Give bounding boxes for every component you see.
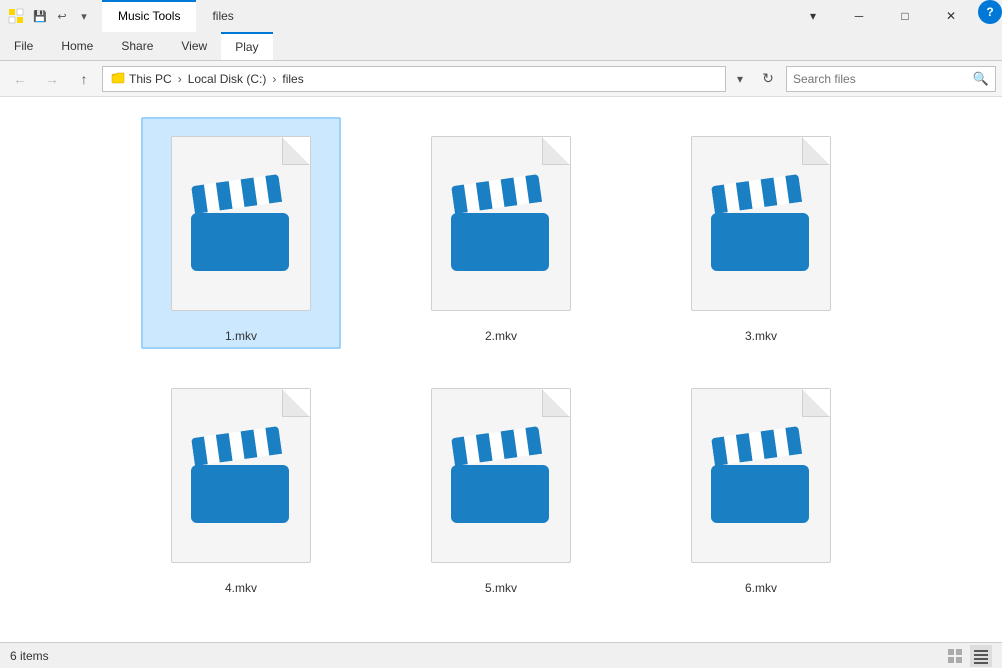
back-button[interactable]: ← <box>6 66 34 92</box>
search-box[interactable]: 🔍 <box>786 66 996 92</box>
forward-button[interactable]: → <box>38 66 66 92</box>
doc-shape <box>691 388 831 563</box>
window-controls: ▾ ─ □ ✕ ? <box>790 0 1002 32</box>
item-count: 6 items <box>10 649 49 663</box>
ribbon: File Home Share View Play <box>0 32 1002 61</box>
file-icon-wrapper <box>161 375 321 575</box>
ribbon-tab-view[interactable]: View <box>167 32 221 60</box>
file-icon-wrapper <box>161 123 321 323</box>
doc-fold <box>282 137 310 165</box>
minimize-button[interactable]: ─ <box>836 0 882 32</box>
view-controls <box>944 645 992 667</box>
doc-fold <box>542 137 570 165</box>
quick-access-toolbar: 💾 ↩ ▾ <box>30 6 94 26</box>
breadcrumb-files[interactable]: files <box>282 72 303 86</box>
doc-fold <box>542 389 570 417</box>
title-bar: 💾 ↩ ▾ Music Tools files ▾ ─ □ ✕ ? <box>0 0 1002 32</box>
file-label: 2.mkv <box>485 329 517 343</box>
up-button[interactable]: ↑ <box>70 66 98 92</box>
qs-dropdown-btn[interactable]: ▾ <box>74 6 94 26</box>
main-content: 1.mkv <box>0 97 1002 642</box>
doc-shape <box>171 136 311 311</box>
mkv-icon <box>451 438 551 523</box>
undo-qs-btn[interactable]: ↩ <box>52 6 72 26</box>
mkv-icon <box>191 438 291 523</box>
file-item[interactable]: 2.mkv <box>401 117 601 349</box>
file-label: 1.mkv <box>225 329 257 343</box>
doc-shape <box>171 388 311 563</box>
help-button[interactable]: ? <box>978 0 1002 24</box>
file-item[interactable]: 6.mkv <box>661 369 861 601</box>
title-bar-left: 💾 ↩ ▾ <box>0 0 102 32</box>
search-icon[interactable]: 🔍 <box>973 71 989 87</box>
file-area: 1.mkv <box>0 97 1002 642</box>
chevron-down-btn[interactable]: ▾ <box>790 0 836 32</box>
mkv-icon <box>191 186 291 271</box>
path-icon <box>111 70 125 87</box>
file-icon-wrapper <box>421 123 581 323</box>
breadcrumb-localdisk[interactable]: Local Disk (C:) <box>188 72 267 86</box>
doc-shape <box>691 136 831 311</box>
search-input[interactable] <box>793 72 969 86</box>
doc-shape <box>431 136 571 311</box>
file-label: 4.mkv <box>225 581 257 595</box>
status-bar: 6 items <box>0 642 1002 668</box>
refresh-button[interactable]: ↻ <box>754 66 782 92</box>
file-label: 5.mkv <box>485 581 517 595</box>
file-icon-wrapper <box>421 375 581 575</box>
mkv-icon <box>451 186 551 271</box>
breadcrumb-thispc[interactable]: This PC <box>129 72 172 86</box>
doc-fold <box>802 137 830 165</box>
file-item[interactable]: 4.mkv <box>141 369 341 601</box>
file-icon-wrapper <box>681 375 841 575</box>
mkv-icon <box>711 438 811 523</box>
file-item[interactable]: 5.mkv <box>401 369 601 601</box>
file-item[interactable]: 3.mkv <box>661 117 861 349</box>
ribbon-tab-play[interactable]: Play <box>221 32 272 60</box>
ribbon-tab-music-tools[interactable]: Music Tools <box>102 0 196 32</box>
doc-fold <box>802 389 830 417</box>
doc-fold <box>282 389 310 417</box>
file-label: 6.mkv <box>745 581 777 595</box>
window-title: files <box>196 0 249 32</box>
details-view-btn[interactable] <box>970 645 992 667</box>
ribbon-tab-list: File Home Share View Play <box>0 32 1002 60</box>
files-grid: 1.mkv <box>16 107 986 611</box>
address-path[interactable]: This PC › Local Disk (C:) › files <box>102 66 726 92</box>
app-icon <box>8 8 24 24</box>
file-label: 3.mkv <box>745 329 777 343</box>
close-button[interactable]: ✕ <box>928 0 974 32</box>
ribbon-tab-home[interactable]: Home <box>47 32 107 60</box>
address-bar: ← → ↑ This PC › Local Disk (C:) › files … <box>0 61 1002 97</box>
mkv-icon <box>711 186 811 271</box>
maximize-button[interactable]: □ <box>882 0 928 32</box>
ribbon-tab-share[interactable]: Share <box>107 32 167 60</box>
doc-shape <box>431 388 571 563</box>
address-dropdown-btn[interactable]: ▾ <box>730 66 750 92</box>
ribbon-tab-file[interactable]: File <box>0 32 47 60</box>
file-icon-wrapper <box>681 123 841 323</box>
large-icon-view-btn[interactable] <box>944 645 966 667</box>
ribbon-tabs-row: Music Tools files <box>102 0 790 32</box>
file-item[interactable]: 1.mkv <box>141 117 341 349</box>
save-qs-btn[interactable]: 💾 <box>30 6 50 26</box>
